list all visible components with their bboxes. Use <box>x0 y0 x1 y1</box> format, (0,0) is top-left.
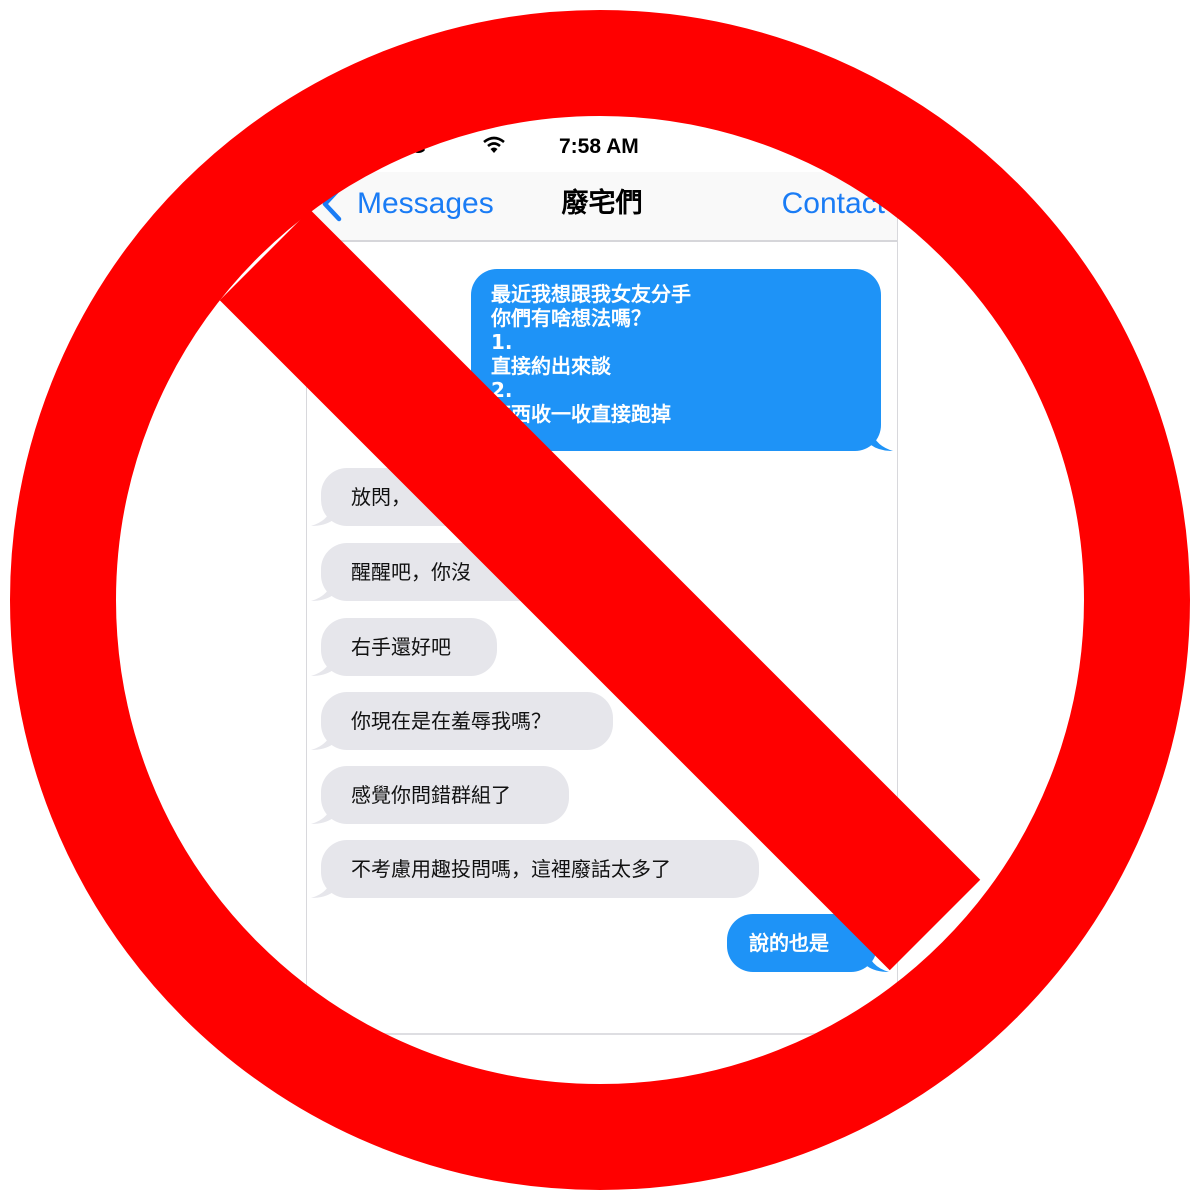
message-text: 不考慮用趣投問嗎，這裡廢話太多了 <box>351 857 671 881</box>
bubble-tail <box>311 577 333 601</box>
bubble-tail <box>311 874 333 898</box>
status-bar: &T 3G 7:58 AM ▮ <box>307 128 897 168</box>
outgoing-message[interactable]: 最近我想跟我女友分手 你們有啥想法嗎？ 1. 直接約出來談 2. 東西收一收直接… <box>471 269 893 451</box>
message-text: 醒醒吧，你沒 <box>351 560 471 584</box>
messages-screen: &T 3G 7:58 AM ▮ Messages 廢宅們 Contact 最近我… <box>306 128 898 1048</box>
status-time: 7:58 AM <box>559 135 639 158</box>
message-text: 最近我想跟我女友分手 你們有啥想法嗎？ 1. 直接約出來談 2. 東西收一收直接… <box>491 282 691 426</box>
message-text: 感覺你問錯群組了 <box>351 783 511 807</box>
message-text: 放閃， <box>351 485 411 509</box>
navigation-bar: Messages 廢宅們 Contact <box>307 172 897 242</box>
bubble-tail <box>311 800 333 824</box>
bubble-tail <box>867 948 889 972</box>
message-text: 說的也是 <box>749 931 829 955</box>
battery-indicator: ▮ <box>883 138 895 160</box>
message-text: 你現在是在羞辱我嗎？ <box>351 709 551 733</box>
incoming-message[interactable]: 你現在是在羞辱我嗎？ <box>311 692 613 750</box>
bubble-tail <box>311 502 333 526</box>
incoming-message[interactable]: 不考慮用趣投問嗎，這裡廢話太多了 <box>311 840 759 898</box>
bubble-tail <box>311 652 333 676</box>
contact-button[interactable]: Contact <box>782 186 885 222</box>
incoming-message[interactable]: 感覺你問錯群組了 <box>311 766 569 824</box>
incoming-message[interactable]: 醒醒吧，你沒 <box>311 543 551 601</box>
wifi-icon <box>483 136 505 153</box>
carrier-label: &T 3G <box>367 136 426 158</box>
composer-divider <box>307 1033 897 1035</box>
incoming-message[interactable]: 右手還好吧 <box>311 618 497 676</box>
bubble-tail <box>871 427 893 451</box>
incoming-message[interactable]: 放閃， <box>311 468 541 526</box>
bubble-tail <box>311 726 333 750</box>
outgoing-message[interactable]: 說的也是 <box>727 914 889 972</box>
message-text: 右手還好吧 <box>351 635 451 659</box>
